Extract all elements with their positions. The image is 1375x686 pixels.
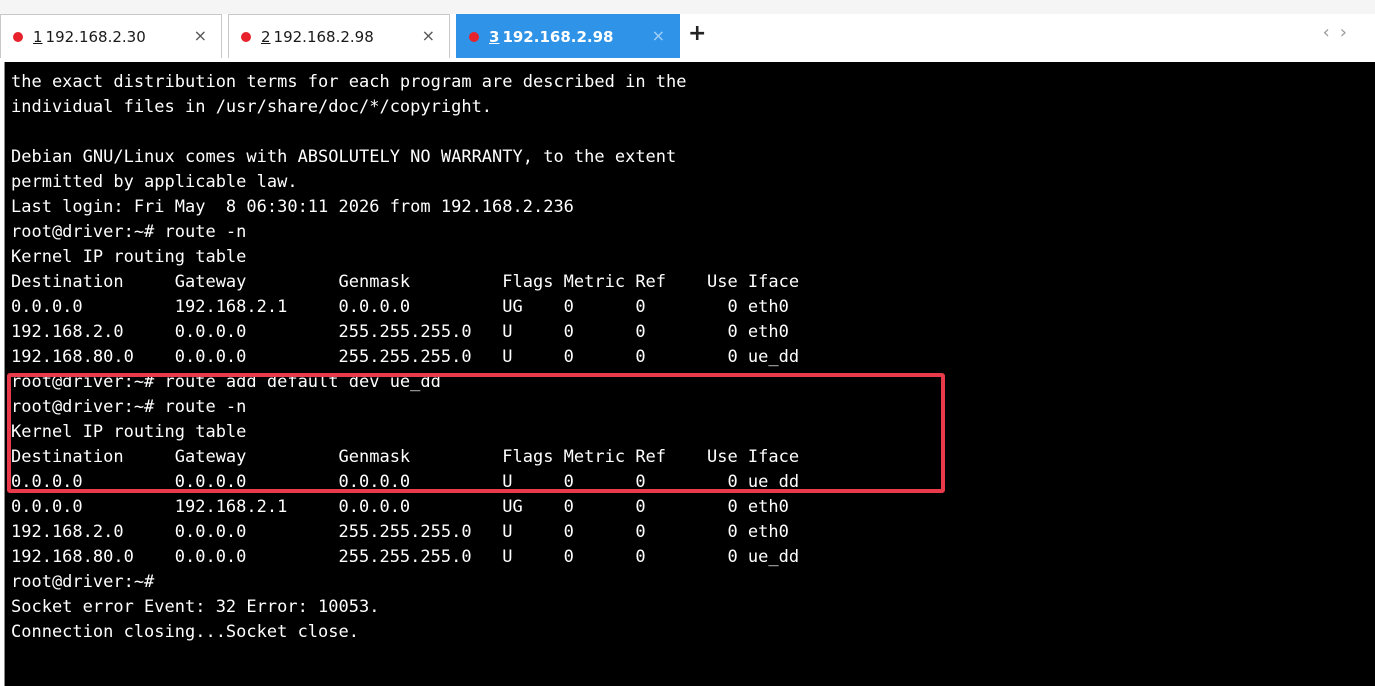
close-tab-icon[interactable]: × [422, 26, 435, 45]
terminal-line: root@driver:~# route -n [11, 222, 247, 242]
terminal-line: 0.0.0.0 0.0.0.0 0.0.0.0 U 0 0 0 ue_dd [11, 472, 800, 492]
session-tab-label: 2 192.168.2.98 [261, 27, 374, 46]
chevron-left-icon[interactable]: ‹ [1323, 22, 1340, 43]
terminal-line: Debian GNU/Linux comes with ABSOLUTELY N… [11, 147, 677, 167]
terminal-line: Socket error Event: 32 Error: 10053. [11, 597, 380, 617]
session-tab-2[interactable]: 2 192.168.2.98 × [228, 14, 450, 58]
terminal-line: 0.0.0.0 192.168.2.1 0.0.0.0 UG 0 0 0 eth… [11, 297, 789, 317]
connection-status-icon [241, 31, 251, 42]
tab-scroll-arrows: ‹› [1323, 22, 1357, 43]
terminal-line: Destination Gateway Genmask Flags Metric… [11, 272, 800, 292]
chevron-right-icon[interactable]: › [1340, 22, 1357, 43]
terminal-line: root@driver:~# route -n [11, 397, 247, 417]
terminal-line: 192.168.2.0 0.0.0.0 255.255.255.0 U 0 0 … [11, 322, 789, 342]
terminal-line: Last login: Fri May 8 06:30:11 2026 from… [11, 197, 574, 217]
session-tab-1[interactable]: 1 192.168.2.30 × [0, 14, 222, 58]
terminal-line: 0.0.0.0 192.168.2.1 0.0.0.0 UG 0 0 0 eth… [11, 497, 789, 517]
terminal-output-area[interactable]: the exact distribution terms for each pr… [4, 62, 1375, 686]
terminal-line: Kernel IP routing table [11, 422, 247, 442]
terminal-text: the exact distribution terms for each pr… [11, 70, 799, 645]
session-tab-label: 3 192.168.2.98 [489, 27, 614, 46]
terminal-line: the exact distribution terms for each pr… [11, 72, 687, 92]
terminal-app-window: 1 192.168.2.30 × 2 192.168.2.98 × 3 192.168… [0, 0, 1375, 686]
terminal-line: Connection closing...Socket close. [11, 622, 359, 642]
terminal-line: Destination Gateway Genmask Flags Metric… [11, 447, 800, 467]
session-tab-3[interactable]: 3 192.168.2.98 × [456, 14, 680, 58]
terminal-line: 192.168.2.0 0.0.0.0 255.255.255.0 U 0 0 … [11, 522, 789, 542]
terminal-line: 192.168.80.0 0.0.0.0 255.255.255.0 U 0 0… [11, 547, 800, 567]
terminal-line: 192.168.80.0 0.0.0.0 255.255.255.0 U 0 0… [11, 347, 800, 367]
connection-status-icon [469, 31, 479, 42]
terminal-line: root@driver:~# [11, 572, 155, 592]
session-tab-label: 1 192.168.2.30 [33, 27, 146, 46]
new-tab-button[interactable]: + [688, 20, 706, 48]
close-tab-icon[interactable]: × [652, 26, 665, 45]
terminal-line: root@driver:~# route add default dev ue_… [11, 372, 441, 392]
session-tab-bar: 1 192.168.2.30 × 2 192.168.2.98 × 3 192.168… [0, 0, 1375, 62]
terminal-line: permitted by applicable law. [11, 172, 298, 192]
terminal-line: Kernel IP routing table [11, 247, 247, 267]
close-tab-icon[interactable]: × [194, 26, 207, 45]
terminal-line: individual files in /usr/share/doc/*/cop… [11, 97, 493, 117]
connection-status-icon [13, 31, 23, 42]
